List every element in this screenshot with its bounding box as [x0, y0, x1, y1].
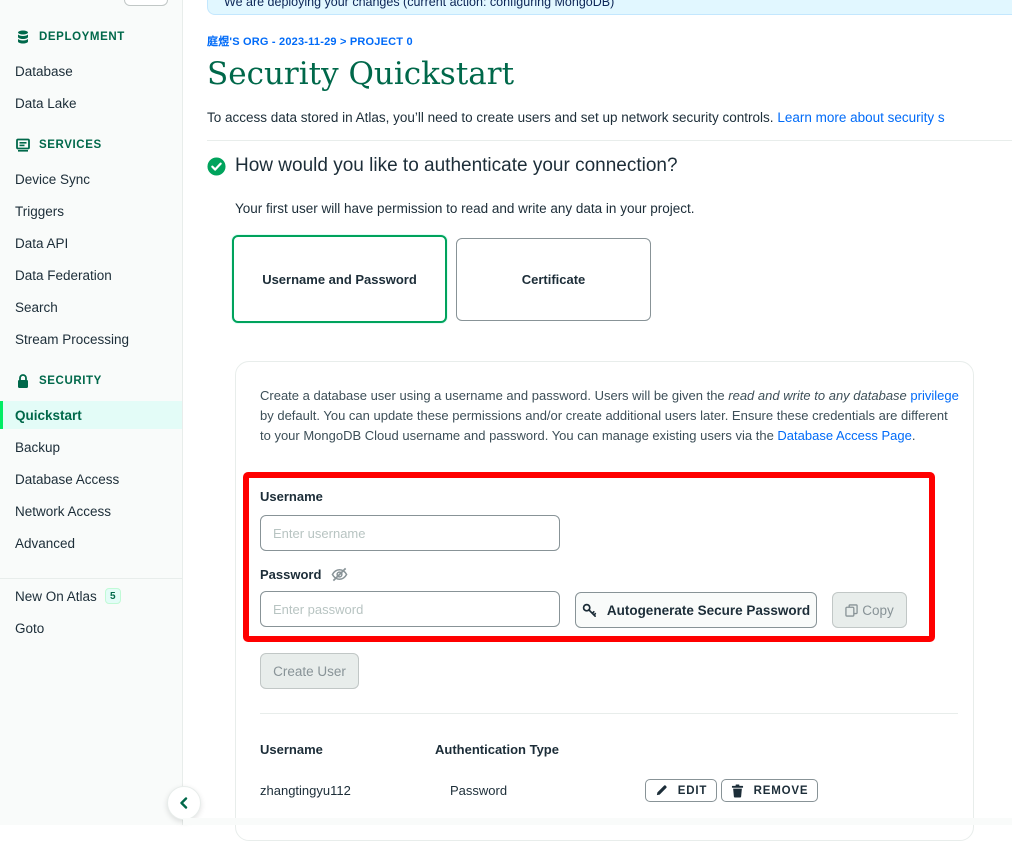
username-label: Username [260, 489, 323, 504]
page-title: Security Quickstart [207, 56, 515, 92]
table-header-username: Username [260, 742, 323, 757]
sidebar-item-data-api[interactable]: Data API [0, 229, 182, 257]
eye-slash-icon[interactable] [331, 566, 348, 583]
password-label: Password [260, 566, 348, 583]
sidebar-item-data-federation[interactable]: Data Federation [0, 261, 182, 289]
sidebar-section-label: DEPLOYMENT [39, 31, 125, 43]
remove-user-button[interactable]: REMOVE [721, 779, 818, 802]
learn-more-security-link[interactable]: Learn more about security s [777, 110, 944, 125]
sidebar-item-new-on-atlas[interactable]: New On Atlas 5 [0, 582, 182, 610]
sidebar-item-advanced[interactable]: Advanced [0, 529, 182, 557]
sidebar-section-security: SECURITY [15, 372, 102, 390]
permission-text: Your first user will have permission to … [235, 201, 695, 216]
deployment-banner: We are deploying your changes (current a… [207, 0, 1012, 15]
divider [207, 140, 1012, 141]
breadcrumb[interactable]: 庭煜'S ORG - 2023-11-29 > PROJECT 0 [207, 33, 413, 49]
auth-question: How would you like to authenticate your … [207, 155, 678, 177]
username-input[interactable] [260, 515, 560, 551]
autogenerate-password-button[interactable]: Autogenerate Secure Password [575, 592, 817, 628]
edit-user-button[interactable]: EDIT [645, 779, 717, 802]
sidebar-item-search[interactable]: Search [0, 293, 182, 321]
sidebar-section-label: SERVICES [39, 139, 102, 151]
intro-text: To access data stored in Atlas, you’ll n… [207, 110, 945, 125]
auth-question-text: How would you like to authenticate your … [235, 155, 678, 176]
sidebar-divider [0, 578, 182, 579]
chevron-left-icon [180, 797, 188, 809]
sidebar-item-database[interactable]: Database [0, 57, 182, 85]
user-row-username: zhangtingyu112 [260, 783, 351, 798]
key-icon [582, 603, 596, 617]
create-user-description: Create a database user using a username … [260, 388, 959, 443]
sidebar-item-database-access[interactable]: Database Access [0, 465, 182, 493]
collapse-sidebar-button[interactable] [167, 786, 201, 820]
auth-option-username-password[interactable]: Username and Password [232, 235, 447, 323]
services-icon [16, 138, 30, 152]
banner-text: We are deploying your changes (current a… [224, 0, 615, 9]
check-circle-icon [207, 156, 226, 176]
new-count-badge: 5 [104, 588, 121, 604]
trash-icon [731, 784, 743, 797]
privilege-link[interactable]: privilege [910, 388, 958, 403]
copy-password-button[interactable]: Copy [832, 592, 907, 628]
sidebar-item-goto[interactable]: Goto [0, 614, 182, 642]
sidebar-item-quickstart[interactable]: Quickstart [0, 401, 182, 429]
sidebar-section-label: SECURITY [39, 375, 102, 387]
divider [260, 713, 958, 714]
user-row-auth-type: Password [450, 783, 508, 798]
create-user-button[interactable]: Create User [260, 653, 359, 689]
copy-icon [845, 603, 858, 617]
sidebar-item-stream-processing[interactable]: Stream Processing [0, 325, 182, 353]
bottom-scroll-area [183, 818, 1012, 825]
password-input[interactable] [260, 591, 560, 627]
database-access-page-link[interactable]: Database Access Page [777, 428, 911, 443]
sidebar-item-network-access[interactable]: Network Access [0, 497, 182, 525]
table-header-auth-type: Authentication Type [435, 742, 559, 757]
auth-option-certificate[interactable]: Certificate [456, 238, 651, 321]
sidebar-item-triggers[interactable]: Triggers [0, 197, 182, 225]
database-icon [18, 30, 28, 44]
sidebar-section-deployment: DEPLOYMENT [15, 28, 125, 46]
sidebar: DEPLOYMENT Database Data Lake SERVICES D… [0, 0, 183, 825]
sidebar-item-backup[interactable]: Backup [0, 433, 182, 461]
sidebar-item-device-sync[interactable]: Device Sync [0, 165, 182, 193]
sidebar-top-button[interactable] [124, 0, 168, 6]
lock-icon [18, 374, 28, 388]
pencil-icon [656, 785, 667, 796]
sidebar-item-data-lake[interactable]: Data Lake [0, 89, 182, 117]
sidebar-section-services: SERVICES [15, 136, 102, 154]
